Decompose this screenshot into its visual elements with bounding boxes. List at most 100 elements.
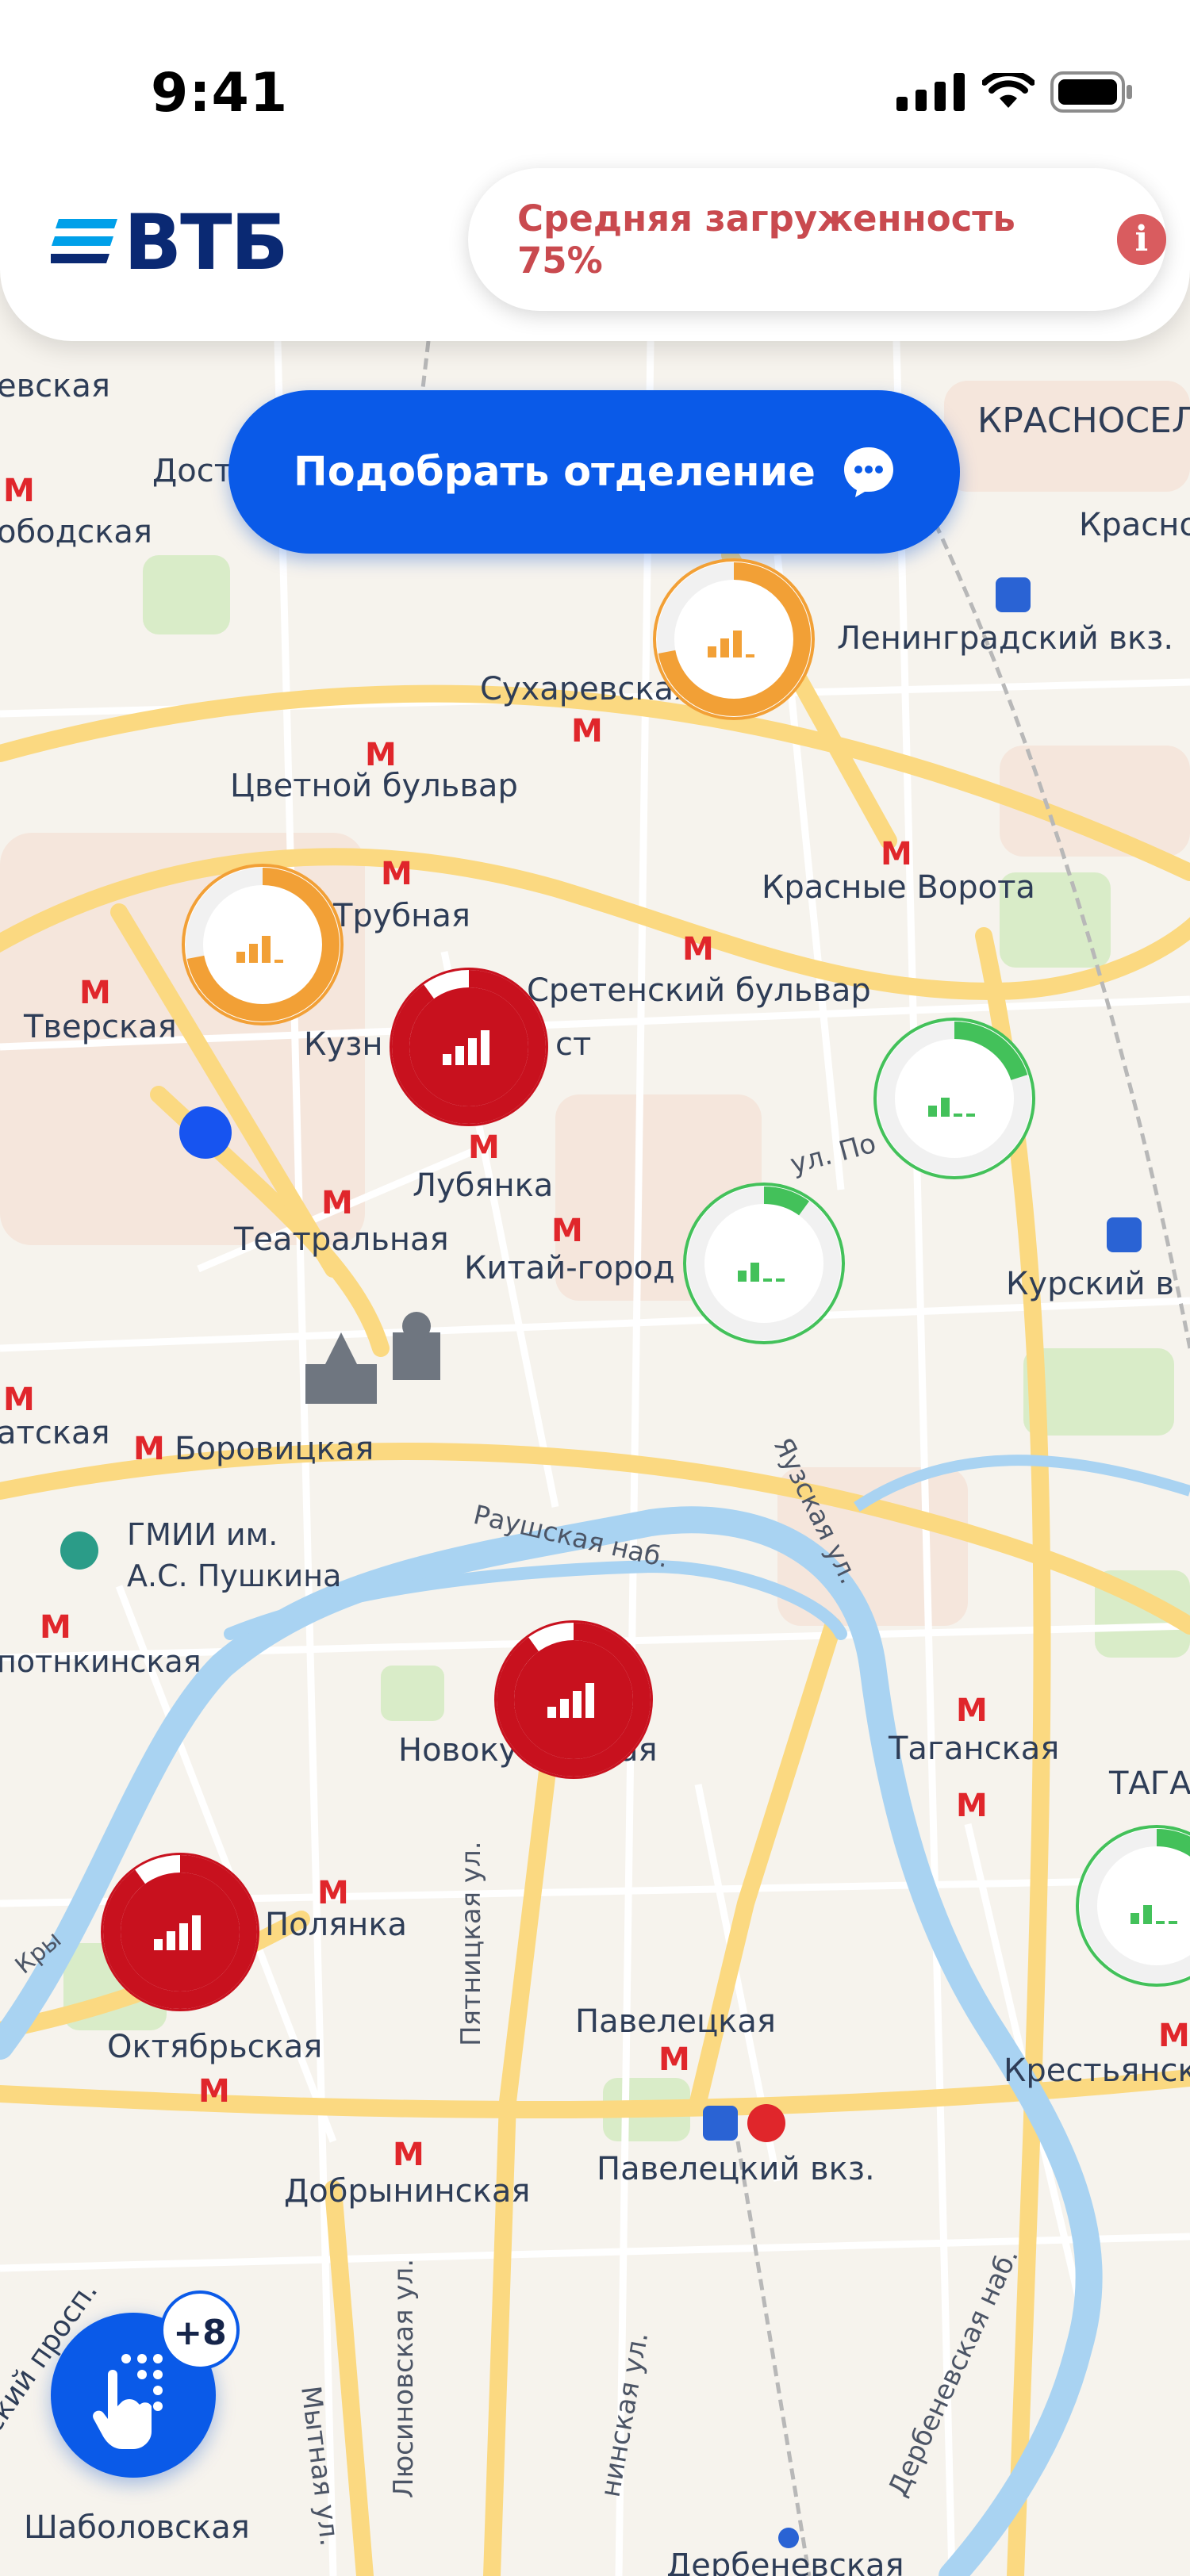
status-icons — [896, 71, 1133, 113]
map-label: ст — [555, 1026, 591, 1063]
load-bar — [746, 654, 754, 657]
load-bar — [179, 1923, 188, 1950]
load-bar — [776, 1278, 785, 1282]
svg-text:M: M — [956, 1692, 988, 1729]
load-bar — [750, 1263, 759, 1282]
chat-bubble-icon — [843, 447, 893, 497]
branch-marker-high-load[interactable] — [98, 1850, 262, 2014]
cellular-signal-icon — [896, 73, 965, 111]
location-pin-icon — [778, 2528, 799, 2548]
map-label: атская — [0, 1415, 110, 1451]
load-bar — [249, 944, 258, 963]
map-label: Курский в — [1006, 1266, 1174, 1302]
load-bar — [443, 1054, 451, 1065]
svg-text:M: M — [79, 975, 111, 1011]
branch-marker-low-load[interactable] — [1075, 1824, 1190, 1988]
map-label: Лубянка — [413, 1167, 553, 1204]
map-label: Октябрьская — [107, 2029, 322, 2065]
branch-marker-low-load[interactable] — [873, 1017, 1036, 1180]
map-label: Павелецкий вкз. — [597, 2151, 875, 2187]
map-label: КРАСНОСЕЛ — [977, 401, 1190, 441]
load-bar — [585, 1683, 594, 1718]
map-label: Красно — [1079, 507, 1190, 543]
fab-count-badge: +8 — [160, 2290, 240, 2370]
map-label: Крестьянск — [1004, 2053, 1190, 2089]
branch-marker-high-load[interactable] — [387, 965, 551, 1129]
load-bar — [1169, 1921, 1177, 1924]
branch-marker-medium-load[interactable] — [652, 558, 816, 721]
svg-text:M: M — [956, 1788, 988, 1824]
vtb-logo: ВТБ — [51, 198, 289, 287]
svg-text:M: M — [3, 473, 35, 509]
map-label: евская — [0, 368, 110, 404]
svg-text:M: M — [682, 931, 714, 968]
map-label: Пятницкая ул. — [455, 1841, 487, 2046]
load-bar — [262, 936, 271, 963]
svg-text:M: M — [551, 1213, 583, 1249]
pick-branch-button[interactable]: Подобрать отделение — [228, 390, 960, 554]
map-label: Павелецкая — [575, 2003, 776, 2040]
map-label: Китай-город — [464, 1250, 675, 1286]
load-bar — [1156, 1921, 1165, 1924]
info-icon[interactable]: i — [1116, 214, 1166, 265]
load-ring-icon — [390, 968, 548, 1126]
museum-icon — [60, 1531, 98, 1570]
branch-marker-high-load[interactable] — [492, 1618, 655, 1781]
load-bar — [720, 638, 729, 657]
load-ring-icon — [653, 558, 815, 720]
svg-text:M: M — [658, 2041, 690, 2078]
map-label: Кузн — [304, 1026, 383, 1063]
load-bar — [738, 1271, 747, 1282]
load-bar — [547, 1707, 556, 1718]
user-location-dot — [179, 1106, 232, 1159]
svg-text:M: M — [393, 2137, 424, 2173]
branch-marker-medium-load[interactable] — [181, 863, 344, 1026]
map-label: ТАГА — [1108, 1765, 1190, 1802]
svg-text:M: M — [40, 1609, 71, 1646]
map-label: Дост — [152, 453, 232, 489]
wifi-icon — [982, 73, 1035, 108]
load-bar — [154, 1939, 163, 1950]
average-load-label: Средняя загруженность 75% — [517, 197, 1015, 282]
load-ring-icon — [1076, 1825, 1190, 1987]
map-label: ГМИИ им. — [127, 1517, 278, 1552]
svg-text:M: M — [881, 836, 912, 872]
status-bar: 9:41 — [0, 0, 1190, 174]
load-bar — [481, 1030, 489, 1065]
map-label: Цветной бульвар — [230, 768, 518, 804]
map-label: потнкинская — [0, 1644, 202, 1679]
load-ring-icon — [182, 864, 344, 1025]
svg-text:M: M — [571, 713, 603, 749]
svg-text:M: M — [381, 856, 413, 892]
svg-text:M: M — [133, 1431, 165, 1467]
map-label: Тверская — [23, 1009, 177, 1045]
map-label: Ленинградский вкз. — [837, 620, 1173, 657]
load-ring-icon — [494, 1620, 653, 1779]
load-bar — [733, 631, 742, 657]
load-bar — [941, 1098, 950, 1117]
load-bar — [236, 952, 245, 963]
load-ring-icon — [683, 1183, 845, 1344]
load-ring-icon — [873, 1018, 1035, 1179]
load-bar — [928, 1106, 937, 1117]
svg-text:M: M — [198, 2073, 230, 2110]
svg-text:M: M — [321, 1185, 353, 1221]
load-bar — [763, 1278, 772, 1282]
map-label: Театральная — [233, 1221, 449, 1258]
branch-marker-low-load[interactable] — [682, 1182, 846, 1345]
svg-text:M: M — [1158, 2018, 1190, 2054]
load-bar — [1143, 1905, 1152, 1924]
map-label: Красные Ворота — [762, 869, 1035, 906]
map-label: Добрынинская — [284, 2173, 530, 2210]
load-bar — [192, 1915, 201, 1950]
average-load-pill[interactable]: Средняя загруженность 75% i — [468, 168, 1166, 311]
battery-icon — [1050, 71, 1132, 113]
load-bar — [954, 1114, 962, 1117]
city-map[interactable]: MMM MMM MMM MMM MMM MMM MM евскаяДостобо… — [0, 0, 1190, 2576]
load-bar — [966, 1114, 975, 1117]
load-bar — [1130, 1913, 1139, 1924]
load-bar — [560, 1699, 569, 1718]
svg-text:M: M — [3, 1382, 35, 1418]
logo-text: ВТБ — [124, 198, 289, 287]
load-bar — [573, 1691, 582, 1718]
